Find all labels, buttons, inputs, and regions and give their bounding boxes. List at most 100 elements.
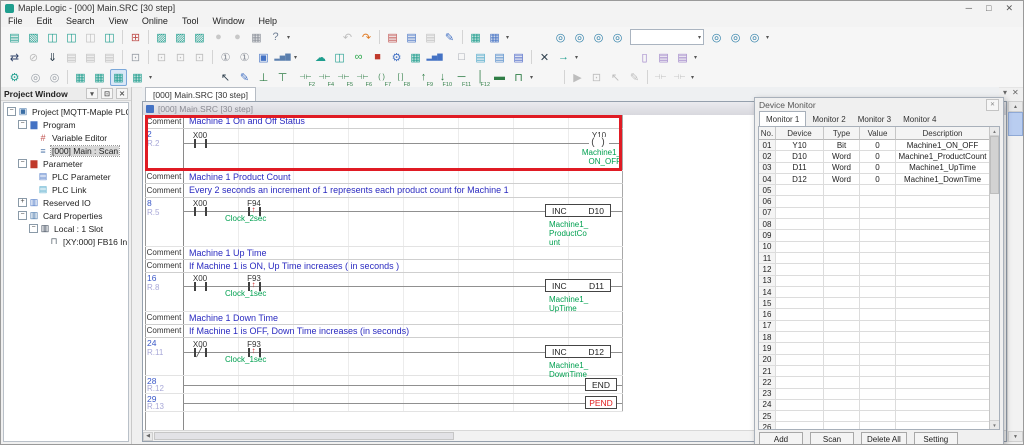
monitor-row[interactable]: 25 xyxy=(759,411,999,422)
delete-all-button[interactable]: Delete All xyxy=(861,432,907,445)
combobox-dropdown-icon[interactable]: ▾ xyxy=(698,34,703,41)
rung-row[interactable]: 8 R.5 X00 F94 Clock_2sec INC D10 Machine… xyxy=(145,198,623,247)
insert-row-icon[interactable]: ▦ xyxy=(467,29,484,46)
monitor-row[interactable]: 23 xyxy=(759,389,999,400)
device-monitor-close-icon[interactable]: ✕ xyxy=(986,99,999,111)
coil-tool-icon[interactable]: ( )F7 xyxy=(373,69,390,86)
cross-reference-icon[interactable]: ✕ xyxy=(536,49,553,66)
tree-item[interactable]: #Variable Editor xyxy=(4,131,128,144)
tab-main-src[interactable]: [000] Main.SRC [30 step] xyxy=(145,87,256,101)
rung-row[interactable]: 16 R.8 X00 F93 Clock_1sec INC D11 Machin… xyxy=(145,273,623,312)
menu-tool[interactable]: Tool xyxy=(175,16,206,26)
history-forward-icon[interactable]: ● xyxy=(229,29,246,46)
redo-icon[interactable]: ↷ xyxy=(358,29,375,46)
rung-tool-icon[interactable]: ⊓ xyxy=(510,69,527,86)
menu-file[interactable]: File xyxy=(1,16,30,26)
bus-tool-icon[interactable]: ▬ xyxy=(491,69,508,86)
help-icon[interactable]: ? xyxy=(267,29,284,46)
tab-monitor-4[interactable]: Monitor 4 xyxy=(897,112,942,126)
data-box2-icon[interactable]: ① xyxy=(236,49,253,66)
trend-monitor-icon[interactable]: ⊡ xyxy=(191,49,208,66)
monitor-row[interactable]: 16 xyxy=(759,309,999,320)
purple-doc-add-icon[interactable]: ▤ xyxy=(674,49,691,66)
stop-icon[interactable]: ■ xyxy=(369,49,386,66)
scroll-down-icon[interactable]: ▼ xyxy=(1008,431,1023,442)
vertical-scrollbar[interactable]: ▲ ▼ xyxy=(1007,101,1023,442)
menu-edit[interactable]: Edit xyxy=(30,16,60,26)
monitor-row[interactable]: 04D12Word0Machine1_DownTime xyxy=(759,174,999,185)
rising-edge-tool-icon[interactable]: ↑F9 xyxy=(415,69,432,86)
view-grid1-icon[interactable]: ▦ xyxy=(72,69,89,86)
run-simulation-icon[interactable]: ▶ xyxy=(569,69,586,86)
tree-item[interactable]: ▤PLC Link xyxy=(4,183,128,196)
check-tools-dropdown-icon[interactable]: ▾ xyxy=(575,54,578,61)
monitor-row[interactable]: 24 xyxy=(759,400,999,411)
monitor-row[interactable]: 12 xyxy=(759,264,999,275)
tab-monitor-3[interactable]: Monitor 3 xyxy=(852,112,897,126)
verify-plc-icon[interactable]: ▤ xyxy=(82,49,99,66)
find-read-icon[interactable]: ◎ xyxy=(727,29,744,46)
trash-icon[interactable]: ▯ xyxy=(636,49,653,66)
comment-row[interactable]: Comment Machine 1 Product Count xyxy=(145,171,623,184)
monitor-tools-dropdown-icon[interactable]: ▾ xyxy=(294,54,297,61)
comment-row[interactable]: Comment If Machine 1 is ON, Up Time incr… xyxy=(145,260,623,273)
device-monitor-icon[interactable]: ⊡ xyxy=(153,49,170,66)
app-instruction-tool-icon[interactable]: [ ]F8 xyxy=(392,69,409,86)
sim-contact2-icon[interactable]: ⊣⊢ xyxy=(671,69,688,86)
window-monitor-icon[interactable]: ▣ xyxy=(255,49,272,66)
monitor-row[interactable]: 01Y10Bit0Machine1_ON_OFF xyxy=(759,140,999,151)
file-tools-dropdown-icon[interactable]: ▾ xyxy=(287,34,290,41)
open-file-icon[interactable]: ▧ xyxy=(25,29,42,46)
rung-row[interactable]: 2 R.2 X00 Y10 Machine1_ON_OFF xyxy=(145,129,623,171)
inc-instruction-box[interactable]: INC D11 xyxy=(545,279,611,292)
monitor-row[interactable]: 09 xyxy=(759,230,999,241)
select-cursor-icon[interactable]: ↖ xyxy=(217,69,234,86)
comment-row[interactable]: Comment Machine 1 Up Time xyxy=(145,247,623,260)
merge-ladder-icon[interactable]: ▨ xyxy=(172,29,189,46)
monitor-row[interactable]: 07 xyxy=(759,208,999,219)
sim-contact1-icon[interactable]: ⊣⊢ xyxy=(652,69,669,86)
monitor-row[interactable]: 22 xyxy=(759,377,999,388)
transfer-setup-icon[interactable]: ⇄ xyxy=(6,49,23,66)
copy-icon[interactable]: ▤ xyxy=(403,29,420,46)
edit-tools-dropdown-icon[interactable]: ▾ xyxy=(506,34,509,41)
close-button[interactable]: ✕ xyxy=(1005,3,1013,14)
doc-verify-icon[interactable]: ▤ xyxy=(510,49,527,66)
tree-item[interactable]: −▆Parameter xyxy=(4,157,128,170)
find-prev-icon[interactable]: ◎ xyxy=(609,29,626,46)
view-grid4-icon[interactable]: ▦ xyxy=(129,69,146,86)
scroll-down-icon[interactable]: ▼ xyxy=(990,420,999,429)
monitor-row[interactable]: 13 xyxy=(759,276,999,287)
print-icon[interactable]: ▦ xyxy=(248,29,265,46)
comment-row[interactable]: Comment Every 2 seconds an increment of … xyxy=(145,184,623,198)
rung-row[interactable]: 24 R.11 X00 F93 Clock_1sec INC D12 Machi… xyxy=(145,338,623,376)
monitor-row[interactable]: 08 xyxy=(759,219,999,230)
zoom-out-icon[interactable]: ◎ xyxy=(46,69,63,86)
tree-item[interactable]: +▥Reserved IO xyxy=(4,196,128,209)
edit-pencil-icon[interactable]: ✎ xyxy=(236,69,253,86)
menu-online[interactable]: Online xyxy=(135,16,175,26)
falling-edge-tool-icon[interactable]: ↓F10 xyxy=(434,69,451,86)
scroll-up-icon[interactable]: ▲ xyxy=(1008,101,1023,112)
view-grid3-icon[interactable]: ▦ xyxy=(110,69,127,86)
comment-row[interactable]: Comment Machine 1 On and Off Status xyxy=(145,115,623,129)
data-monitor-icon[interactable]: ⊡ xyxy=(172,49,189,66)
view-tools-dropdown-icon[interactable]: ▾ xyxy=(149,74,152,81)
doc-write-icon[interactable]: ▤ xyxy=(472,49,489,66)
tab-scroll-icon[interactable]: ▾ xyxy=(1003,88,1007,97)
jump-icon[interactable]: → xyxy=(555,49,572,66)
replace-icon[interactable]: ◎ xyxy=(746,29,763,46)
new-window-icon[interactable]: □ xyxy=(453,49,470,66)
device-monitor-titlebar[interactable]: Device Monitor ✕ xyxy=(755,98,1003,111)
tree-expand-icon[interactable]: − xyxy=(18,159,27,168)
plc-connect-icon[interactable]: ◫ xyxy=(331,49,348,66)
flash-write-icon[interactable]: ▤ xyxy=(101,49,118,66)
tree-expand-icon[interactable]: + xyxy=(18,198,27,207)
offline-icon[interactable]: ⊘ xyxy=(25,49,42,66)
monitor-row[interactable]: 05 xyxy=(759,185,999,196)
history-back-icon[interactable]: ● xyxy=(210,29,227,46)
undo-icon[interactable]: ↶ xyxy=(339,29,356,46)
vline-tool-icon[interactable]: │F12 xyxy=(472,69,489,86)
sim-monitor-icon[interactable]: ⊡ xyxy=(588,69,605,86)
trend-chart-icon[interactable]: ▂▅▇ xyxy=(274,49,291,66)
